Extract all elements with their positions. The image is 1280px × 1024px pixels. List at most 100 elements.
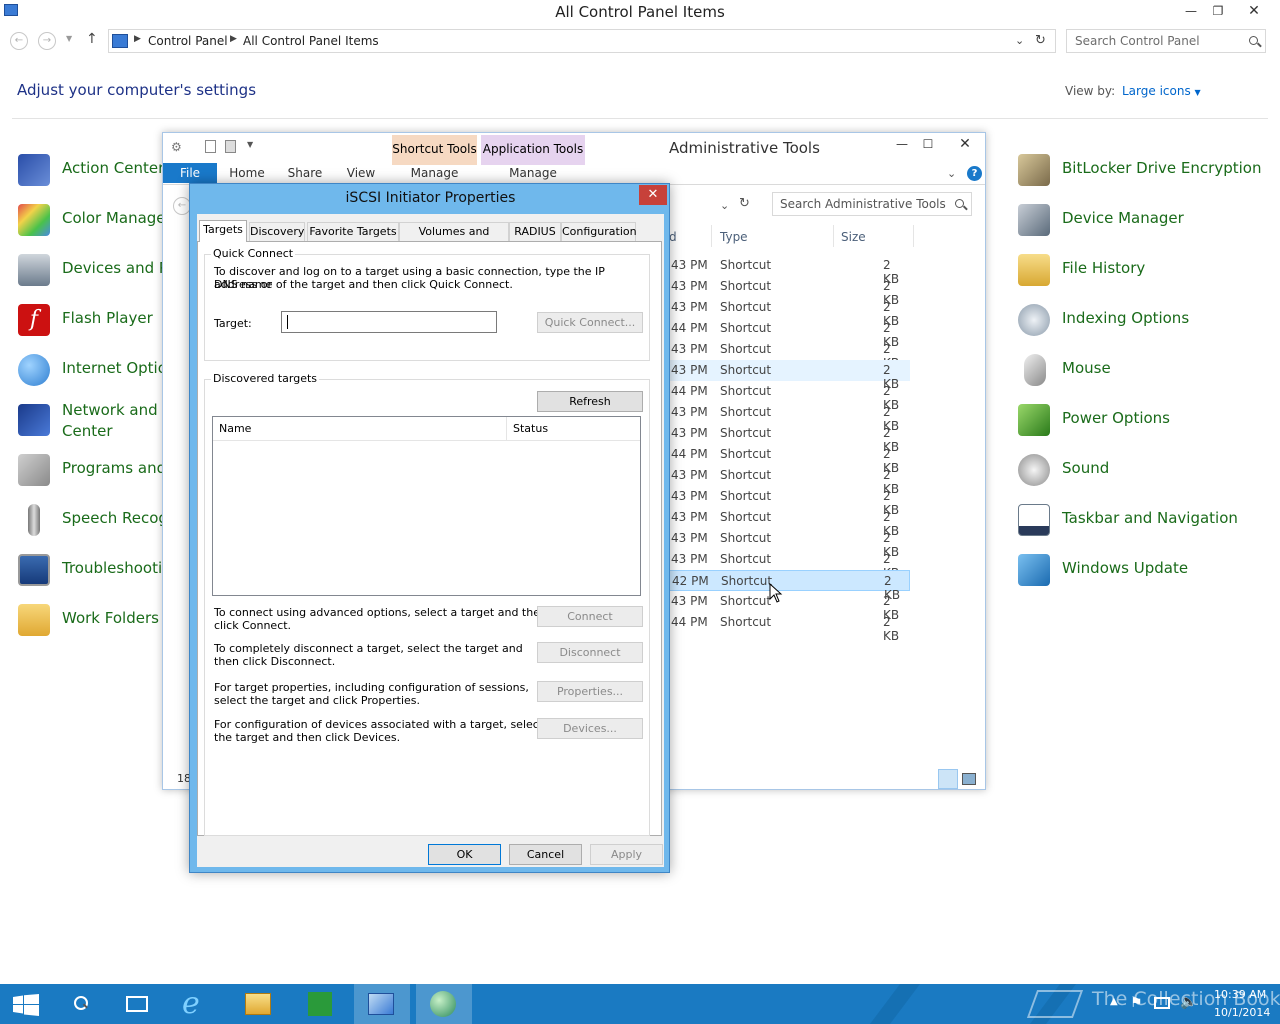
apply-button[interactable]: Apply: [590, 844, 663, 865]
taskbar-control-panel[interactable]: [354, 984, 410, 1024]
cp-item-bitlocker[interactable]: BitLocker Drive Encryption: [1018, 150, 1268, 190]
quick-access-toolbar-chevron-icon[interactable]: ▼: [247, 140, 253, 149]
cp-item-work-folders[interactable]: Work Folders: [18, 600, 168, 640]
table-row[interactable]: 43 PMShortcut2 KB: [669, 423, 910, 454]
clock-date[interactable]: 10/1/2014: [1214, 1006, 1270, 1019]
table-row[interactable]: 44 PM Shortcut 2 KB: [669, 381, 910, 412]
volume-icon[interactable]: 🔈: [1180, 994, 1197, 1010]
cp-item-device-manager[interactable]: Device Manager: [1018, 200, 1268, 240]
cp-item-devices-and-printers[interactable]: Devices and Pr: [18, 250, 174, 290]
taskbar-task-view[interactable]: [110, 984, 166, 1024]
close-icon[interactable]: ✕: [1240, 0, 1268, 22]
recent-locations-chevron-icon[interactable]: ▼: [66, 34, 72, 43]
cp-item-flash-player[interactable]: f Flash Player: [18, 300, 168, 340]
ribbon-expand-chevron-icon[interactable]: ⌄: [947, 167, 956, 180]
table-row[interactable]: 43 PMShortcut2 KB: [669, 276, 910, 307]
tab-favorite-targets[interactable]: Favorite Targets: [307, 222, 399, 241]
ribbon-tab-manage-shortcut[interactable]: Manage: [392, 163, 477, 183]
cancel-button[interactable]: Cancel: [509, 844, 582, 865]
address-dropdown-icon[interactable]: ⌄: [720, 199, 729, 212]
close-icon[interactable]: ✕: [639, 185, 667, 205]
tab-discovery[interactable]: Discovery: [249, 222, 305, 241]
up-arrow-icon[interactable]: ↑: [86, 31, 98, 47]
search-admin-tools-input[interactable]: Search Administrative Tools: [772, 192, 972, 216]
close-icon[interactable]: ✕: [951, 133, 979, 155]
ribbon-tab-file[interactable]: File: [163, 163, 217, 183]
tab-configuration[interactable]: Configuration: [561, 222, 637, 241]
tab-radius[interactable]: RADIUS: [509, 222, 561, 241]
action-center-flag-icon[interactable]: ⚑: [1130, 995, 1143, 1011]
table-row[interactable]: 43 PMShortcut2 KB: [669, 465, 910, 496]
ribbon-tab-manage-application[interactable]: Manage: [481, 163, 585, 183]
address-bar[interactable]: ▶ Control Panel ▶ All Control Panel Item…: [108, 29, 1056, 53]
disconnect-button[interactable]: Disconnect: [537, 642, 643, 663]
cp-item-internet-options[interactable]: Internet Optio: [18, 350, 168, 390]
table-row[interactable]: 44 PM Shortcut 2 KB: [669, 444, 910, 475]
ok-button[interactable]: OK: [428, 844, 501, 865]
table-row[interactable]: 43 PMShortcut2 KB: [669, 591, 910, 622]
taskbar-search[interactable]: [56, 984, 112, 1024]
column-header-status[interactable]: Status: [507, 417, 640, 441]
connect-button[interactable]: Connect: [537, 606, 643, 627]
show-hidden-icons-chevron-icon[interactable]: ▲: [1110, 996, 1118, 1007]
cp-item-action-center[interactable]: Action Center: [18, 150, 168, 190]
clock-time[interactable]: 10:39 AM: [1214, 988, 1266, 1001]
cp-item-power-options[interactable]: Power Options: [1018, 400, 1268, 440]
address-dropdown-icon[interactable]: ⌄: [1015, 34, 1024, 47]
ribbon-tab-share[interactable]: Share: [281, 163, 329, 183]
search-control-panel-input[interactable]: Search Control Panel: [1066, 29, 1266, 53]
quick-connect-button[interactable]: Quick Connect...: [537, 312, 643, 333]
table-row[interactable]: 43 PMShortcut2 KB: [669, 339, 910, 370]
cp-item-programs-and-features[interactable]: Programs and: [18, 450, 168, 490]
maximize-icon[interactable]: ☐: [914, 133, 942, 155]
refresh-button[interactable]: Refresh: [537, 391, 643, 412]
ribbon-tab-view[interactable]: View: [337, 163, 385, 183]
refresh-icon[interactable]: ↻: [739, 196, 750, 211]
cp-item-speech-recognition[interactable]: Speech Recogn: [18, 500, 177, 540]
table-row[interactable]: 42 PM Shortcut 2 KB: [669, 570, 910, 602]
cp-item-file-history[interactable]: File History: [1018, 250, 1268, 290]
target-input[interactable]: [281, 311, 497, 333]
help-icon[interactable]: ?: [967, 166, 982, 181]
minimize-icon[interactable]: —: [1177, 0, 1205, 22]
quick-access-new-document-icon[interactable]: [205, 140, 216, 153]
devices-button[interactable]: Devices...: [537, 718, 643, 739]
cp-item-indexing-options[interactable]: Indexing Options: [1018, 300, 1268, 340]
tab-volumes-and-devices[interactable]: Volumes and Devices: [399, 222, 509, 256]
table-row[interactable]: 44 PM Shortcut 2 KB: [669, 318, 910, 349]
table-row[interactable]: 43 PMShortcut2 KB: [669, 549, 910, 580]
table-row[interactable]: 44 PM Shortcut 2 KB: [669, 612, 910, 643]
table-row[interactable]: 43 PMShortcut2 KB: [669, 402, 910, 433]
table-row[interactable]: 43 PMShortcut2 KB: [669, 360, 910, 391]
cp-item-mouse[interactable]: Mouse: [1018, 350, 1268, 390]
back-arrow-icon[interactable]: ←: [10, 32, 28, 50]
table-row[interactable]: 43 PMShortcut2 KB: [669, 255, 910, 286]
cp-item-network-and-sharing[interactable]: Network and S Center: [18, 400, 172, 444]
details-view-icon[interactable]: [938, 769, 958, 789]
column-header-size[interactable]: Size: [841, 230, 866, 244]
cp-item-troubleshooting[interactable]: Troubleshootin: [18, 550, 172, 590]
search-icon[interactable]: [1249, 36, 1258, 45]
taskbar-iscsi-initiator[interactable]: [416, 984, 472, 1024]
ribbon-tab-home[interactable]: Home: [223, 163, 271, 183]
forward-arrow-icon[interactable]: →: [38, 32, 56, 50]
cp-item-sound[interactable]: Sound: [1018, 450, 1268, 490]
breadcrumb-control-panel[interactable]: Control Panel: [148, 34, 228, 48]
taskbar-file-explorer[interactable]: [230, 984, 286, 1024]
windows-start-icon[interactable]: [13, 994, 39, 1016]
table-row[interactable]: 43 PMShortcut2 KB: [669, 528, 910, 559]
maximize-icon[interactable]: ❐: [1204, 0, 1232, 22]
properties-button[interactable]: Properties...: [537, 681, 643, 702]
refresh-icon[interactable]: ↻: [1035, 33, 1046, 48]
network-icon[interactable]: [1154, 997, 1170, 1009]
column-header-type[interactable]: Type: [720, 230, 748, 244]
cp-item-windows-update[interactable]: Windows Update: [1018, 550, 1268, 590]
large-icons-view-icon[interactable]: [962, 773, 976, 785]
table-row[interactable]: 43 PMShortcut2 KB: [669, 297, 910, 328]
cp-item-taskbar-and-navigation[interactable]: Taskbar and Navigation: [1018, 500, 1268, 540]
table-row[interactable]: 43 PMShortcut2 KB: [669, 486, 910, 517]
search-icon[interactable]: [955, 199, 964, 208]
cp-item-color-management[interactable]: Color Manage: [18, 200, 168, 240]
discovered-targets-list[interactable]: Name Status: [212, 416, 641, 596]
taskbar-internet-explorer[interactable]: e: [168, 984, 224, 1024]
